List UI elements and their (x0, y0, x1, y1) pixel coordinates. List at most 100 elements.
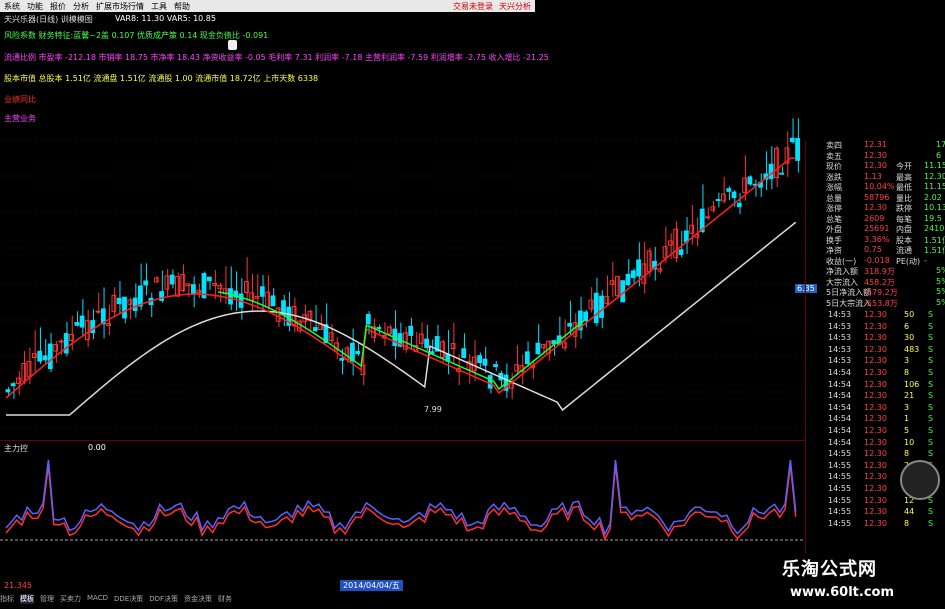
quote-label: 涨幅 (826, 183, 842, 192)
candle-body (625, 273, 631, 286)
quote-value: 10.04% (864, 182, 895, 191)
tick-time: 14:53 (828, 310, 852, 319)
menu-tools[interactable]: 工具 (151, 1, 167, 12)
candle-body (259, 286, 265, 297)
candle-body (673, 228, 679, 259)
tab-buysell[interactable]: 买卖力 (60, 594, 81, 604)
tick-time: 14:53 (828, 356, 852, 366)
tab-manage[interactable]: 管理 (40, 594, 54, 604)
candle-body (689, 224, 695, 234)
trade-login-status[interactable]: 交易未登录 (453, 1, 493, 12)
chart-divider (0, 440, 805, 441)
tick-direction: S (928, 437, 934, 447)
tick-time: 14:54 (828, 368, 852, 377)
tick-row: 14:53 12.30 30 S (806, 333, 945, 344)
tick-price: 12.30 (864, 495, 887, 505)
menu-help[interactable]: 帮助 (174, 1, 190, 12)
quote-value: 25691 (864, 224, 890, 233)
candle-body (127, 299, 133, 305)
tick-time: 14:55 (828, 449, 852, 459)
quote-label2: PE(动) (896, 256, 921, 266)
tick-direction: S (928, 414, 934, 424)
tick-direction: S (928, 449, 934, 459)
tick-time: 14:53 (828, 344, 852, 354)
tab-macd[interactable]: MACD (87, 594, 108, 604)
tab-indicator[interactable]: 指标 (0, 594, 14, 604)
tick-volume: 106 (904, 379, 920, 389)
tick-direction: S (928, 391, 934, 401)
tab-capital[interactable]: 资金决策 (184, 594, 212, 604)
tick-price: 12.30 (864, 449, 887, 459)
candle-body (583, 311, 589, 322)
quote-value2: 1.51亿 (924, 246, 945, 255)
menu-bar: 系统 功能 报价 分析 扩展市场行情 工具 帮助 交易未登录 天兴分析 (0, 0, 535, 12)
candle-body (774, 147, 779, 179)
quote-extra: 5% (936, 297, 945, 307)
watermark-title: 乐淘公式网 (782, 559, 877, 580)
quote-label2: 跌停 (896, 204, 912, 213)
menu-system[interactable]: 系统 (4, 1, 20, 12)
quote-label2: 最低 (896, 183, 912, 192)
tab-template[interactable]: 模板 (20, 594, 34, 604)
tick-price: 12.30 (864, 321, 887, 331)
quote-value2: 11.15 (924, 161, 945, 170)
tick-direction: S (928, 344, 934, 354)
tick-row: 14:55 12.30 8 S (806, 519, 945, 530)
tick-direction: S (928, 379, 934, 389)
tab-dde[interactable]: DDE决策 (114, 594, 143, 604)
quote-row: 现价 12.30 今开 11.15 (806, 161, 945, 172)
candle-body (450, 343, 456, 350)
candle-body (138, 285, 143, 307)
tick-volume: 5 (904, 426, 910, 435)
quote-value2: 11.15 (924, 182, 945, 191)
tab-finance[interactable]: 财务 (218, 594, 232, 604)
tick-row: 14:54 12.30 1 S (806, 414, 945, 425)
tick-direction: S (928, 368, 934, 377)
candle-body (668, 240, 673, 246)
quote-value: 12.31 (864, 140, 887, 149)
candle-body (630, 270, 636, 279)
candle-body (270, 295, 276, 307)
tab-ddf[interactable]: DDF决策 (149, 594, 178, 604)
tick-price: 12.30 (864, 368, 887, 377)
site-watermark: 乐淘公式网 www.60lt.com (770, 553, 945, 609)
tick-row: 14:53 12.30 50 S (806, 310, 945, 321)
candle-body (312, 327, 318, 331)
quote-extra: 5% (936, 266, 945, 275)
candle-body (344, 347, 350, 361)
speed-gauge-icon (900, 460, 940, 500)
quote-value: 0.75 (864, 245, 882, 254)
candle-body (85, 320, 90, 341)
tick-direction: S (928, 426, 934, 435)
candle-body (599, 295, 604, 318)
quote-label: 总量 (826, 193, 842, 203)
candle-body (47, 343, 53, 370)
quote-row: 外盘 25691 内盘 24105 (806, 224, 945, 235)
candle-body (95, 310, 101, 313)
tick-row: 14:54 12.30 3 S (806, 403, 945, 414)
quote-extra: 6 (936, 150, 942, 160)
quote-value2: 2.02 (924, 192, 942, 202)
tick-volume: 3 (904, 356, 910, 366)
quote-row: 收益(一) -0.018 PE(动) - (806, 256, 945, 267)
tick-direction: S (928, 333, 934, 343)
candle-body (42, 355, 48, 361)
tick-price: 12.30 (864, 391, 887, 401)
tick-volume: 483 (904, 344, 920, 354)
candle-body (387, 326, 392, 335)
menu-quote[interactable]: 报价 (50, 1, 66, 12)
tick-price: 12.30 (864, 414, 887, 424)
quote-label: 换手 (826, 235, 842, 245)
candle-body (487, 375, 493, 389)
candle-body (106, 322, 111, 326)
menu-function[interactable]: 功能 (27, 1, 43, 12)
menu-analysis[interactable]: 分析 (73, 1, 89, 12)
tick-direction: S (928, 310, 934, 319)
quote-extra: 5% (936, 276, 945, 286)
menu-extended-market[interactable]: 扩展市场行情 (96, 1, 144, 12)
tick-time: 14:55 (828, 472, 852, 482)
quote-row: 总量 58796 量比 2.02 (806, 193, 945, 204)
tick-volume: 21 (904, 391, 915, 401)
kline-chart[interactable] (0, 12, 805, 590)
candle-body (593, 292, 599, 324)
